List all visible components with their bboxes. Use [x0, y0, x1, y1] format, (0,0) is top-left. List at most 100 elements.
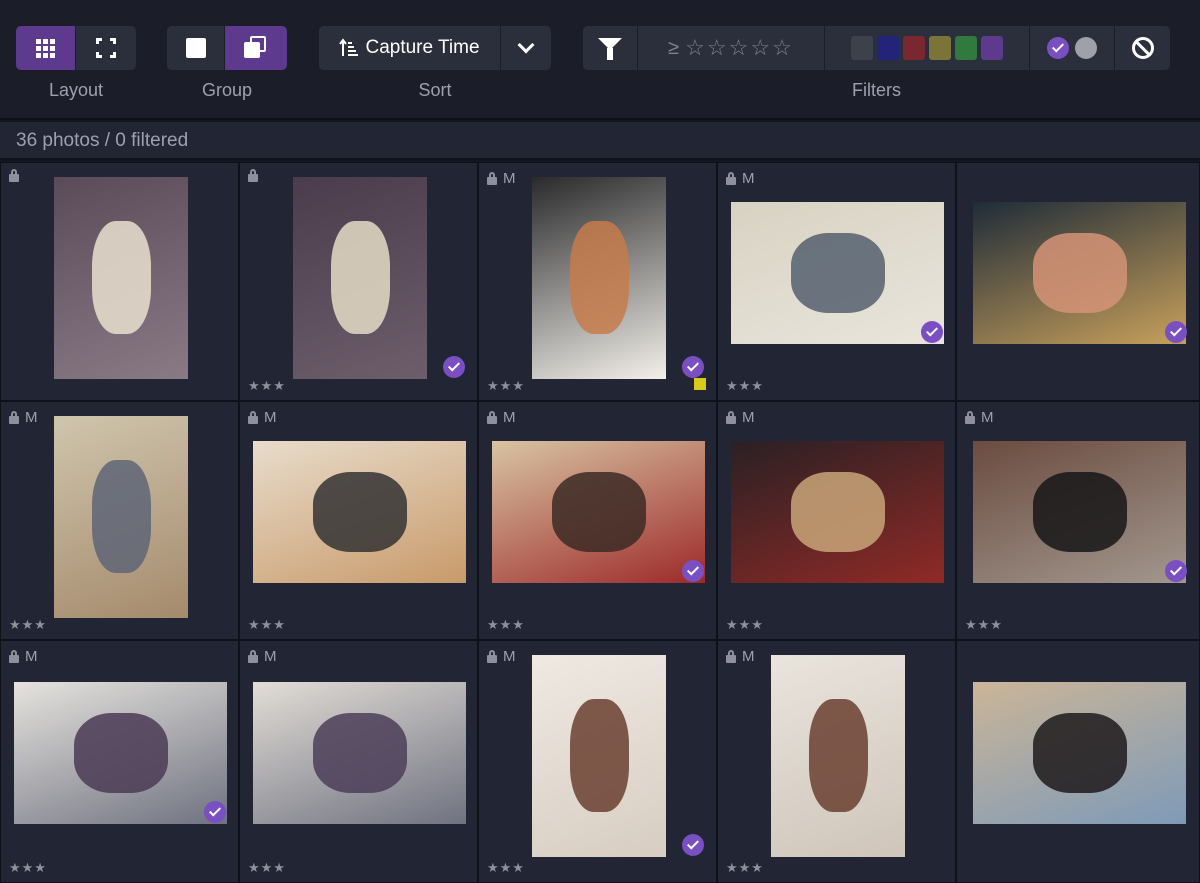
grid-layout-button[interactable] [16, 26, 76, 70]
stack-group-button[interactable] [225, 26, 287, 70]
lock-icon [487, 649, 497, 663]
color-swatch-1[interactable] [877, 36, 899, 60]
grid-icon [36, 38, 55, 58]
lock-icon [248, 410, 258, 424]
sort-field-button[interactable]: Capture Time [319, 26, 501, 70]
star-rating[interactable]: ★★★ [248, 378, 286, 394]
photo-thumbnail-bridesmaids-room-1[interactable] [14, 682, 227, 824]
picked-check-icon[interactable] [1165, 321, 1187, 343]
star-outline-icon[interactable]: ☆ [685, 37, 705, 59]
photo-cell[interactable]: M ★★★ [478, 401, 717, 640]
photo-cell[interactable] [956, 162, 1200, 401]
lock-icon [726, 649, 736, 663]
photo-cell-header: M [726, 409, 755, 426]
photo-cell[interactable]: M ★★★ [239, 401, 478, 640]
star-rating[interactable]: ★★★ [487, 617, 525, 633]
mode-badge: M [503, 170, 516, 187]
photo-cell[interactable]: M ★★★ [239, 640, 478, 883]
photo-thumbnail-groom-tuxedo[interactable] [532, 177, 666, 379]
lock-icon [9, 649, 19, 663]
photo-thumbnail-bridesmaids-pajamas[interactable] [731, 202, 944, 344]
fullscreen-layout-button[interactable] [76, 26, 136, 70]
photo-thumbnail-bouquet-1[interactable] [54, 177, 188, 379]
color-swatch-2[interactable] [903, 36, 925, 60]
photo-cell-header: M [726, 648, 755, 665]
mode-badge: M [742, 409, 755, 426]
pick-filter[interactable] [1030, 26, 1115, 70]
mode-badge: M [264, 648, 277, 665]
photo-cell[interactable]: M ★★★ [956, 401, 1200, 640]
photo-cell[interactable] [956, 640, 1200, 883]
star-rating[interactable]: ★★★ [726, 378, 764, 394]
star-rating[interactable]: ★★★ [726, 860, 764, 876]
star-rating[interactable]: ★★★ [487, 378, 525, 394]
photo-thumbnail-bouquet-2[interactable] [293, 177, 427, 379]
picked-check-icon[interactable] [1047, 37, 1069, 59]
photo-cell[interactable]: M ★★★ [478, 640, 717, 883]
picked-check-icon[interactable] [682, 356, 704, 378]
color-swatch-0[interactable] [851, 36, 873, 60]
photo-cell[interactable]: M ★★★ [717, 401, 956, 640]
photo-cell-header [9, 169, 25, 182]
photo-count-status: 36 photos / 0 filtered [0, 122, 1200, 160]
color-swatch-4[interactable] [955, 36, 977, 60]
star-rating[interactable]: ★★★ [9, 617, 47, 633]
photo-cell[interactable]: M ★★★ [717, 640, 956, 883]
star-outline-icon[interactable]: ☆ [729, 37, 749, 59]
lock-icon [487, 410, 497, 424]
star-rating[interactable]: ★★★ [248, 860, 286, 876]
photo-cell[interactable]: M ★★★ [717, 162, 956, 401]
photo-thumbnail-watch-hands[interactable] [973, 202, 1186, 344]
photo-thumbnail-bride-veil-1[interactable] [532, 655, 666, 857]
mode-badge: M [25, 409, 38, 426]
photo-cell[interactable]: M ★★★ [0, 401, 239, 640]
ungroup-button[interactable] [167, 26, 225, 70]
photo-thumbnail-bride-veil-2[interactable] [771, 655, 905, 857]
color-swatch-5[interactable] [981, 36, 1003, 60]
sort-dropdown-button[interactable] [501, 26, 551, 70]
photo-thumbnail-family-tree[interactable] [973, 682, 1186, 824]
unpicked-circle-icon[interactable] [1075, 37, 1097, 59]
star-rating[interactable]: ★★★ [965, 617, 1003, 633]
color-label-yellow [694, 378, 706, 390]
rating-operator: ≥ [668, 36, 680, 59]
picked-check-icon[interactable] [443, 356, 465, 378]
mode-badge: M [264, 409, 277, 426]
photo-thumbnail-girls-plaid[interactable] [54, 416, 188, 618]
lock-icon [9, 410, 19, 424]
star-outline-icon[interactable]: ☆ [707, 37, 727, 59]
picked-check-icon[interactable] [682, 834, 704, 856]
filter-toggle-button[interactable] [583, 26, 638, 70]
photo-cell[interactable]: ★★★ [239, 162, 478, 401]
sort-ascending-icon [339, 38, 359, 56]
picked-check-icon[interactable] [921, 321, 943, 343]
photo-thumbnail-groomsmen-lobby[interactable] [973, 441, 1186, 583]
photo-thumbnail-bridesmaids-room-2[interactable] [253, 682, 466, 824]
star-rating[interactable]: ★★★ [726, 617, 764, 633]
picked-check-icon[interactable] [204, 801, 226, 823]
color-swatch-3[interactable] [929, 36, 951, 60]
star-rating[interactable]: ★★★ [248, 617, 286, 633]
stacked-squares-icon [244, 36, 268, 60]
picked-check-icon[interactable] [1165, 560, 1187, 582]
rating-filter[interactable]: ≥ ☆ ☆ ☆ ☆ ☆ [638, 26, 825, 70]
star-outline-icon[interactable]: ☆ [750, 37, 770, 59]
mode-badge: M [742, 170, 755, 187]
picked-check-icon[interactable] [682, 560, 704, 582]
mode-badge: M [503, 409, 516, 426]
photo-thumbnail-church-aisle[interactable] [492, 441, 705, 583]
layout-label: Layout [48, 80, 104, 100]
photo-cell[interactable]: M ★★★ [0, 640, 239, 883]
reject-filter-button[interactable] [1115, 26, 1170, 70]
photo-cell[interactable]: M ★★★ [478, 162, 717, 401]
photo-thumbnail-church-altar[interactable] [731, 441, 944, 583]
star-rating[interactable]: ★★★ [9, 860, 47, 876]
group-button-group [167, 26, 287, 70]
photo-cell[interactable] [0, 162, 239, 401]
mode-badge: M [25, 648, 38, 665]
photo-cell-header: M [726, 170, 755, 187]
star-rating[interactable]: ★★★ [487, 860, 525, 876]
photo-thumbnail-groomsmen-table[interactable] [253, 441, 466, 583]
star-outline-icon[interactable]: ☆ [772, 37, 792, 59]
lock-icon [248, 169, 258, 182]
